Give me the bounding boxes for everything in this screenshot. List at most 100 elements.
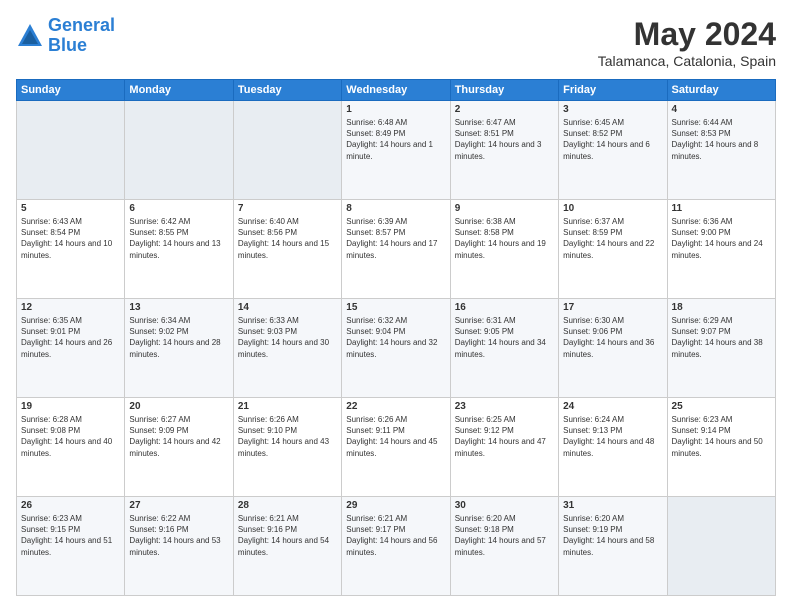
- day-number: 3: [563, 104, 662, 115]
- day-cell: 13 Sunrise: 6:34 AMSunset: 9:02 PMDaylig…: [125, 299, 233, 398]
- day-cell: 3 Sunrise: 6:45 AMSunset: 8:52 PMDayligh…: [559, 101, 667, 200]
- day-info: Sunrise: 6:21 AMSunset: 9:16 PMDaylight:…: [238, 514, 329, 557]
- day-info: Sunrise: 6:39 AMSunset: 8:57 PMDaylight:…: [346, 217, 437, 260]
- logo-line2: Blue: [48, 35, 87, 55]
- col-header-saturday: Saturday: [667, 80, 775, 101]
- day-info: Sunrise: 6:20 AMSunset: 9:19 PMDaylight:…: [563, 514, 654, 557]
- day-info: Sunrise: 6:32 AMSunset: 9:04 PMDaylight:…: [346, 316, 437, 359]
- col-header-sunday: Sunday: [17, 80, 125, 101]
- day-cell: 7 Sunrise: 6:40 AMSunset: 8:56 PMDayligh…: [233, 200, 341, 299]
- calendar-table: SundayMondayTuesdayWednesdayThursdayFrid…: [16, 79, 776, 596]
- logo-line1: General: [48, 15, 115, 35]
- col-header-friday: Friday: [559, 80, 667, 101]
- day-info: Sunrise: 6:48 AMSunset: 8:49 PMDaylight:…: [346, 118, 433, 161]
- day-cell: 17 Sunrise: 6:30 AMSunset: 9:06 PMDaylig…: [559, 299, 667, 398]
- day-cell: 20 Sunrise: 6:27 AMSunset: 9:09 PMDaylig…: [125, 398, 233, 497]
- col-header-wednesday: Wednesday: [342, 80, 450, 101]
- day-number: 23: [455, 401, 554, 412]
- day-cell: 22 Sunrise: 6:26 AMSunset: 9:11 PMDaylig…: [342, 398, 450, 497]
- day-cell: 16 Sunrise: 6:31 AMSunset: 9:05 PMDaylig…: [450, 299, 558, 398]
- week-row-4: 19 Sunrise: 6:28 AMSunset: 9:08 PMDaylig…: [17, 398, 776, 497]
- logo-text: General Blue: [48, 16, 115, 56]
- page: General Blue May 2024 Talamanca, Catalon…: [0, 0, 792, 612]
- day-number: 24: [563, 401, 662, 412]
- day-info: Sunrise: 6:25 AMSunset: 9:12 PMDaylight:…: [455, 415, 546, 458]
- day-cell: 10 Sunrise: 6:37 AMSunset: 8:59 PMDaylig…: [559, 200, 667, 299]
- day-cell: 15 Sunrise: 6:32 AMSunset: 9:04 PMDaylig…: [342, 299, 450, 398]
- day-cell: 26 Sunrise: 6:23 AMSunset: 9:15 PMDaylig…: [17, 497, 125, 596]
- col-header-thursday: Thursday: [450, 80, 558, 101]
- day-number: 11: [672, 203, 771, 214]
- day-cell: 12 Sunrise: 6:35 AMSunset: 9:01 PMDaylig…: [17, 299, 125, 398]
- week-row-1: 1 Sunrise: 6:48 AMSunset: 8:49 PMDayligh…: [17, 101, 776, 200]
- day-info: Sunrise: 6:33 AMSunset: 9:03 PMDaylight:…: [238, 316, 329, 359]
- day-number: 25: [672, 401, 771, 412]
- day-info: Sunrise: 6:23 AMSunset: 9:15 PMDaylight:…: [21, 514, 112, 557]
- day-cell: 2 Sunrise: 6:47 AMSunset: 8:51 PMDayligh…: [450, 101, 558, 200]
- day-info: Sunrise: 6:26 AMSunset: 9:11 PMDaylight:…: [346, 415, 437, 458]
- day-cell: [233, 101, 341, 200]
- day-info: Sunrise: 6:36 AMSunset: 9:00 PMDaylight:…: [672, 217, 763, 260]
- day-number: 21: [238, 401, 337, 412]
- day-number: 7: [238, 203, 337, 214]
- header: General Blue May 2024 Talamanca, Catalon…: [16, 16, 776, 69]
- day-info: Sunrise: 6:40 AMSunset: 8:56 PMDaylight:…: [238, 217, 329, 260]
- day-cell: [17, 101, 125, 200]
- day-cell: 31 Sunrise: 6:20 AMSunset: 9:19 PMDaylig…: [559, 497, 667, 596]
- day-info: Sunrise: 6:24 AMSunset: 9:13 PMDaylight:…: [563, 415, 654, 458]
- day-cell: 19 Sunrise: 6:28 AMSunset: 9:08 PMDaylig…: [17, 398, 125, 497]
- day-number: 26: [21, 500, 120, 511]
- week-row-3: 12 Sunrise: 6:35 AMSunset: 9:01 PMDaylig…: [17, 299, 776, 398]
- day-cell: 30 Sunrise: 6:20 AMSunset: 9:18 PMDaylig…: [450, 497, 558, 596]
- day-number: 30: [455, 500, 554, 511]
- day-info: Sunrise: 6:28 AMSunset: 9:08 PMDaylight:…: [21, 415, 112, 458]
- day-info: Sunrise: 6:22 AMSunset: 9:16 PMDaylight:…: [129, 514, 220, 557]
- day-number: 10: [563, 203, 662, 214]
- week-row-5: 26 Sunrise: 6:23 AMSunset: 9:15 PMDaylig…: [17, 497, 776, 596]
- day-cell: 1 Sunrise: 6:48 AMSunset: 8:49 PMDayligh…: [342, 101, 450, 200]
- day-info: Sunrise: 6:44 AMSunset: 8:53 PMDaylight:…: [672, 118, 759, 161]
- location: Talamanca, Catalonia, Spain: [598, 53, 776, 69]
- day-cell: 28 Sunrise: 6:21 AMSunset: 9:16 PMDaylig…: [233, 497, 341, 596]
- day-cell: 27 Sunrise: 6:22 AMSunset: 9:16 PMDaylig…: [125, 497, 233, 596]
- day-info: Sunrise: 6:37 AMSunset: 8:59 PMDaylight:…: [563, 217, 654, 260]
- day-cell: 5 Sunrise: 6:43 AMSunset: 8:54 PMDayligh…: [17, 200, 125, 299]
- day-info: Sunrise: 6:29 AMSunset: 9:07 PMDaylight:…: [672, 316, 763, 359]
- col-header-monday: Monday: [125, 80, 233, 101]
- day-cell: [667, 497, 775, 596]
- day-number: 2: [455, 104, 554, 115]
- day-number: 31: [563, 500, 662, 511]
- day-cell: 4 Sunrise: 6:44 AMSunset: 8:53 PMDayligh…: [667, 101, 775, 200]
- month-year: May 2024: [598, 16, 776, 53]
- day-info: Sunrise: 6:35 AMSunset: 9:01 PMDaylight:…: [21, 316, 112, 359]
- day-info: Sunrise: 6:27 AMSunset: 9:09 PMDaylight:…: [129, 415, 220, 458]
- logo: General Blue: [16, 16, 115, 56]
- day-number: 16: [455, 302, 554, 313]
- day-number: 13: [129, 302, 228, 313]
- day-number: 17: [563, 302, 662, 313]
- day-cell: 8 Sunrise: 6:39 AMSunset: 8:57 PMDayligh…: [342, 200, 450, 299]
- day-cell: 29 Sunrise: 6:21 AMSunset: 9:17 PMDaylig…: [342, 497, 450, 596]
- day-info: Sunrise: 6:21 AMSunset: 9:17 PMDaylight:…: [346, 514, 437, 557]
- header-row: SundayMondayTuesdayWednesdayThursdayFrid…: [17, 80, 776, 101]
- day-cell: 9 Sunrise: 6:38 AMSunset: 8:58 PMDayligh…: [450, 200, 558, 299]
- day-number: 6: [129, 203, 228, 214]
- day-cell: 25 Sunrise: 6:23 AMSunset: 9:14 PMDaylig…: [667, 398, 775, 497]
- day-info: Sunrise: 6:38 AMSunset: 8:58 PMDaylight:…: [455, 217, 546, 260]
- day-number: 1: [346, 104, 445, 115]
- day-cell: 24 Sunrise: 6:24 AMSunset: 9:13 PMDaylig…: [559, 398, 667, 497]
- day-info: Sunrise: 6:20 AMSunset: 9:18 PMDaylight:…: [455, 514, 546, 557]
- day-number: 5: [21, 203, 120, 214]
- day-info: Sunrise: 6:45 AMSunset: 8:52 PMDaylight:…: [563, 118, 650, 161]
- day-number: 29: [346, 500, 445, 511]
- calendar: SundayMondayTuesdayWednesdayThursdayFrid…: [16, 79, 776, 596]
- logo-icon: [16, 22, 44, 50]
- day-number: 19: [21, 401, 120, 412]
- day-cell: 14 Sunrise: 6:33 AMSunset: 9:03 PMDaylig…: [233, 299, 341, 398]
- day-number: 8: [346, 203, 445, 214]
- day-number: 14: [238, 302, 337, 313]
- day-info: Sunrise: 6:42 AMSunset: 8:55 PMDaylight:…: [129, 217, 220, 260]
- day-cell: 23 Sunrise: 6:25 AMSunset: 9:12 PMDaylig…: [450, 398, 558, 497]
- day-info: Sunrise: 6:47 AMSunset: 8:51 PMDaylight:…: [455, 118, 542, 161]
- day-number: 15: [346, 302, 445, 313]
